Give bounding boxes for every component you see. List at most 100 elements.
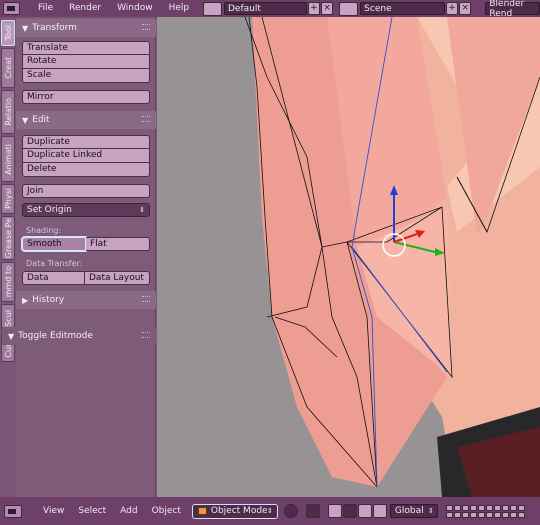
interaction-mode-select[interactable]: Object Mode ⇕ [191,503,278,519]
tab-physics[interactable]: Physi [1,184,15,214]
layer-button[interactable] [517,511,525,518]
updown-arrow-icon: ⇕ [428,507,434,515]
duplicate-button[interactable]: Duplicate [22,135,150,149]
layer-button[interactable] [485,511,493,518]
transform-title: Transform [32,23,77,33]
layer-button[interactable] [445,504,453,511]
layer-button[interactable] [453,511,461,518]
layer-button[interactable] [461,504,469,511]
translate-button[interactable]: Translate [22,41,150,55]
scale-manipulator-icon[interactable] [372,504,387,518]
tab-tools[interactable]: Tool [1,20,15,46]
transform-panel-header[interactable]: ▼ Transform [16,19,156,37]
scale-button[interactable]: Scale [22,69,150,83]
layer-button[interactable] [517,504,525,511]
shading-label: Shading: [26,226,62,235]
layer-button[interactable] [477,504,485,511]
data-layout-button[interactable]: Data Layout [85,271,150,285]
drag-grip-icon[interactable] [142,296,150,302]
expanded-triangle-icon: ▼ [8,331,15,341]
mirror-button[interactable]: Mirror [22,90,150,104]
menu-add[interactable]: Add [113,506,144,516]
tab-grease-pencil[interactable]: Grease Pe [1,216,15,260]
add-scene-icon[interactable]: + [445,2,459,15]
shade-smooth-button[interactable]: Smooth [22,237,86,251]
3d-viewport[interactable] [157,17,540,497]
tab-create[interactable]: Creat [1,48,15,88]
scene-value: Scene [364,3,392,14]
menu-window[interactable]: Window [109,0,161,17]
screen-layout-select[interactable]: Default [223,2,307,15]
view3d-header: View Select Add Object Object Mode ⇕ Glo… [0,497,540,525]
layer-buttons[interactable] [445,504,525,518]
tab-animation[interactable]: Animati [1,136,15,182]
rotate-manipulator-icon[interactable] [357,504,372,518]
drag-grip-icon[interactable] [142,24,150,30]
manipulator-toggle-icon[interactable] [327,504,342,518]
expanded-triangle-icon: ▼ [22,115,29,125]
tool-shelf: ▼ Transform Translate Rotate Scale Mirro… [16,17,156,497]
collapsed-triangle-icon: ▶ [22,295,29,305]
drag-grip-icon[interactable] [142,332,150,338]
layer-button[interactable] [501,504,509,511]
layer-button[interactable] [493,511,501,518]
layer-button[interactable] [445,511,453,518]
updown-arrow-icon: ⇕ [139,206,145,214]
layer-button[interactable] [477,511,485,518]
toggle-editmode-panel-header[interactable]: ▼ Toggle Editmode [2,327,156,345]
menu-object[interactable]: Object [145,506,188,516]
menu-view[interactable]: View [36,506,71,516]
layer-button[interactable] [461,511,469,518]
scene-select[interactable]: Scene [360,2,445,15]
set-origin-dropdown[interactable]: Set Origin ⇕ [22,203,150,217]
layer-button[interactable] [501,511,509,518]
pivot-point-icon[interactable] [305,504,320,518]
editor-type-icon[interactable] [4,504,22,518]
transform-orientation-select[interactable]: Global ⇕ [389,504,438,518]
screen-layout-icon[interactable] [203,1,222,16]
viewport-scene [244,17,540,497]
menu-file[interactable]: File [30,0,61,17]
toolshelf-tabs: Tool Creat Relatio Animati Physi Grease … [0,17,16,497]
join-button[interactable]: Join [22,184,150,198]
drag-grip-icon[interactable] [142,116,150,122]
shade-flat-button[interactable]: Flat [86,237,150,251]
expanded-triangle-icon: ▼ [22,23,29,33]
menu-help[interactable]: Help [161,0,198,17]
duplicate-linked-button[interactable]: Duplicate Linked [22,149,150,163]
history-panel-header[interactable]: ▶ History [16,291,156,309]
mode-value: Object Mode [210,506,268,516]
layer-button[interactable] [493,504,501,511]
layer-button[interactable] [469,511,477,518]
delete-button[interactable]: Delete [22,163,150,177]
object-mode-cube-icon [197,507,207,515]
translate-manipulator-icon[interactable] [342,504,357,518]
menu-select[interactable]: Select [71,506,113,516]
tab-mmd-tools[interactable]: mmd to [1,262,15,302]
screen-layout-value: Default [227,3,261,14]
layer-button[interactable] [485,504,493,511]
scene-icon[interactable] [339,1,359,16]
render-engine-select[interactable]: Blender Rend [485,0,540,19]
history-title: History [32,295,65,305]
layer-button[interactable] [509,504,517,511]
tab-relations[interactable]: Relatio [1,90,15,134]
add-layout-icon[interactable]: + [307,2,321,15]
remove-layout-icon[interactable]: × [321,2,334,15]
updown-arrow-icon: ⇕ [267,507,273,515]
render-engine-value: Blender Rend [489,0,525,19]
edit-title: Edit [32,115,50,125]
viewport-shading-icon[interactable] [283,504,298,518]
edit-panel-header[interactable]: ▼ Edit [16,111,156,129]
layer-button[interactable] [509,511,517,518]
rotate-button[interactable]: Rotate [22,55,150,69]
editor-type-icon[interactable] [3,2,20,15]
data-transfer-button[interactable]: Data [22,271,85,285]
info-header: File Render Window Help Default + × Scen… [0,0,540,19]
layer-button[interactable] [453,504,461,511]
orientation-value: Global [394,506,424,516]
menu-render[interactable]: Render [61,0,109,17]
layer-button[interactable] [469,504,477,511]
remove-scene-icon[interactable]: × [459,2,472,15]
toggle-editmode-title: Toggle Editmode [18,331,93,341]
